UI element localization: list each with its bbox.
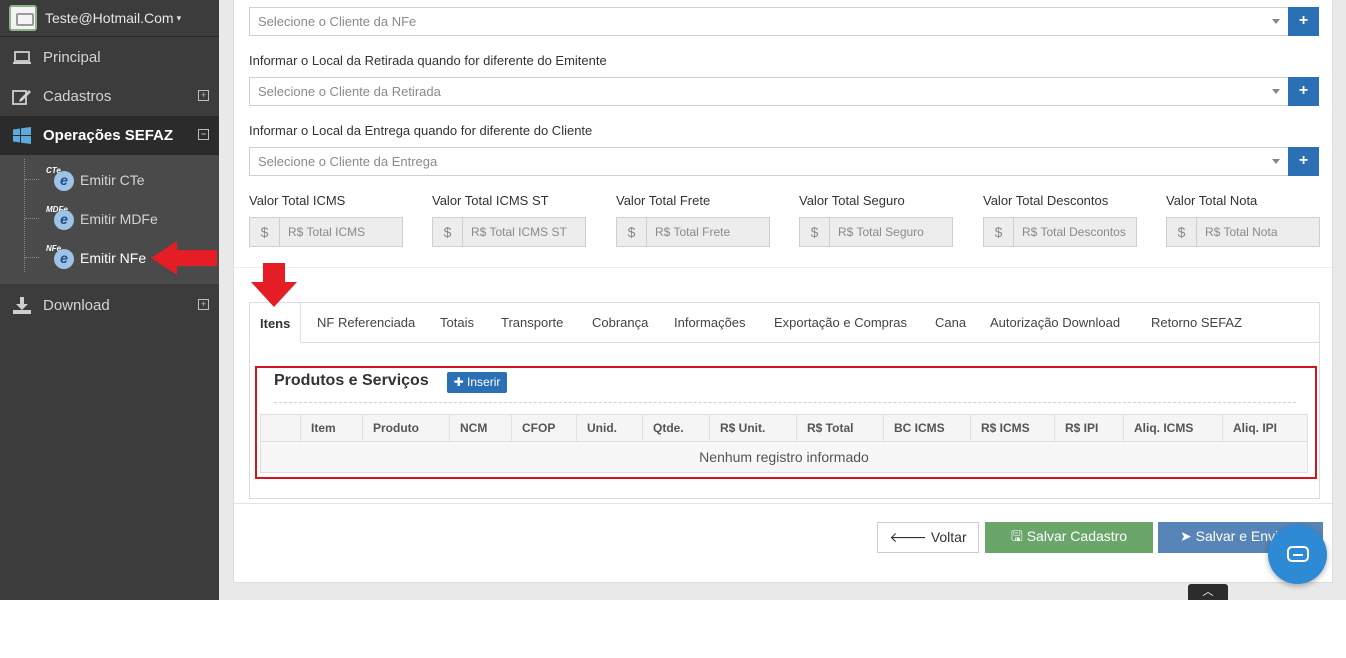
expand-icon[interactable]: + bbox=[198, 299, 209, 310]
dropdown-arrow-icon bbox=[1272, 89, 1280, 94]
expand-icon[interactable]: + bbox=[198, 90, 209, 101]
divider bbox=[234, 267, 1332, 268]
floppy-disk-icon: 🖫 bbox=[1010, 528, 1023, 544]
dollar-icon: $ bbox=[800, 218, 830, 246]
chevron-down-icon: ▾ bbox=[176, 12, 182, 23]
back-button[interactable]: 🡐 Voltar bbox=[877, 522, 979, 553]
tab-exportacao-compras[interactable]: Exportação e Compras bbox=[774, 315, 907, 330]
total-descontos-label: Valor Total Descontos bbox=[983, 193, 1109, 208]
nav-item-download[interactable]: Download + bbox=[0, 286, 219, 325]
tab-totais[interactable]: Totais bbox=[440, 315, 474, 330]
nfe-icon: NFe e bbox=[46, 244, 76, 270]
client-select[interactable]: Selecione o Cliente da NFe bbox=[249, 7, 1289, 36]
total-seguro-field[interactable]: $ R$ Total Seguro bbox=[799, 217, 953, 247]
mdfe-icon: MDFe e bbox=[46, 205, 76, 231]
entrega-label: Informar o Local da Entrega quando for d… bbox=[249, 123, 593, 138]
total-icms-st-field[interactable]: $ R$ Total ICMS ST bbox=[432, 217, 586, 247]
nav-item-label: Operações SEFAZ bbox=[43, 127, 174, 144]
tab-itens[interactable]: Itens bbox=[249, 302, 302, 343]
tab-cana[interactable]: Cana bbox=[935, 315, 966, 330]
dropdown-arrow-icon bbox=[1272, 19, 1280, 24]
laptop-icon bbox=[12, 49, 32, 67]
highlight-box bbox=[255, 366, 1317, 479]
total-icms-field[interactable]: $ R$ Total ICMS bbox=[249, 217, 403, 247]
nav-item-label: Cadastros bbox=[43, 88, 112, 105]
main-panel: Selecione o Cliente da NFe + Informar o … bbox=[233, 0, 1333, 583]
chat-icon[interactable] bbox=[1268, 525, 1327, 584]
sidebar: Teste@Hotmail.Com ▾ Principal Cadastros … bbox=[0, 0, 219, 600]
sidebar-item-emitir-mdfe[interactable]: MDFe e Emitir MDFe bbox=[0, 199, 219, 238]
windows-icon bbox=[12, 126, 32, 145]
sidebar-item-label: Emitir MDFe bbox=[80, 210, 158, 227]
tab-informacoes[interactable]: Informações bbox=[674, 315, 746, 330]
user-name: Teste@Hotmail.Com bbox=[45, 10, 174, 26]
tab-cobranca[interactable]: Cobrança bbox=[592, 315, 648, 330]
sidebar-item-label: Emitir CTe bbox=[80, 171, 145, 188]
tab-transporte[interactable]: Transporte bbox=[501, 315, 563, 330]
dropdown-arrow-icon bbox=[1272, 159, 1280, 164]
add-entrega-button[interactable]: + bbox=[1288, 147, 1319, 176]
dollar-icon: $ bbox=[617, 218, 647, 246]
retirada-label: Informar o Local da Retirada quando for … bbox=[249, 53, 607, 68]
total-nota-label: Valor Total Nota bbox=[1166, 193, 1258, 208]
nav-item-operacoes-sefaz[interactable]: Operações SEFAZ − bbox=[0, 116, 219, 155]
tab-autorizacao-download[interactable]: Autorização Download bbox=[990, 315, 1120, 330]
sidebar-item-label: Emitir NFe bbox=[80, 249, 147, 266]
total-frete-label: Valor Total Frete bbox=[616, 193, 711, 208]
tab-nf-referenciada[interactable]: NF Referenciada bbox=[317, 315, 415, 330]
total-seguro-label: Valor Total Seguro bbox=[799, 193, 905, 208]
retirada-select[interactable]: Selecione o Cliente da Retirada bbox=[249, 77, 1289, 106]
entrega-select[interactable]: Selecione o Cliente da Entrega bbox=[249, 147, 1289, 176]
divider bbox=[234, 503, 1332, 504]
user-menu[interactable]: Teste@Hotmail.Com ▾ bbox=[0, 0, 219, 37]
edit-icon bbox=[12, 88, 32, 106]
total-icms-st-label: Valor Total ICMS ST bbox=[432, 193, 549, 208]
nav-item-label: Download bbox=[43, 297, 110, 314]
nav-item-label: Principal bbox=[43, 49, 101, 66]
paper-plane-icon: ➤ bbox=[1180, 528, 1192, 544]
collapse-icon[interactable]: − bbox=[198, 129, 209, 140]
save-button[interactable]: 🖫 Salvar Cadastro bbox=[985, 522, 1153, 553]
arrow-left-icon: 🡐 bbox=[889, 529, 927, 545]
tab-retorno-sefaz[interactable]: Retorno SEFAZ bbox=[1151, 315, 1242, 330]
dollar-icon: $ bbox=[250, 218, 280, 246]
add-retirada-button[interactable]: + bbox=[1288, 77, 1319, 106]
nav-item-cadastros[interactable]: Cadastros + bbox=[0, 77, 219, 116]
red-arrow-down-icon bbox=[251, 263, 297, 307]
total-nota-field[interactable]: $ R$ Total Nota bbox=[1166, 217, 1320, 247]
tab-bar: Itens NF Referenciada Totais Transporte … bbox=[249, 302, 1319, 343]
total-frete-field[interactable]: $ R$ Total Frete bbox=[616, 217, 770, 247]
download-icon bbox=[12, 296, 32, 315]
add-client-button[interactable]: + bbox=[1288, 7, 1319, 36]
nav-item-principal[interactable]: Principal bbox=[0, 38, 219, 77]
red-arrow-left-icon bbox=[151, 241, 217, 275]
sidebar-item-emitir-cte[interactable]: CTe e Emitir CTe bbox=[0, 160, 219, 199]
total-descontos-field[interactable]: $ R$ Total Descontos bbox=[983, 217, 1137, 247]
dollar-icon: $ bbox=[1167, 218, 1197, 246]
dollar-icon: $ bbox=[984, 218, 1014, 246]
dollar-icon: $ bbox=[433, 218, 463, 246]
scroll-top-button[interactable]: ︿ bbox=[1188, 584, 1228, 600]
avatar bbox=[9, 5, 37, 31]
cte-icon: CTe e bbox=[46, 166, 76, 192]
total-icms-label: Valor Total ICMS bbox=[249, 193, 346, 208]
